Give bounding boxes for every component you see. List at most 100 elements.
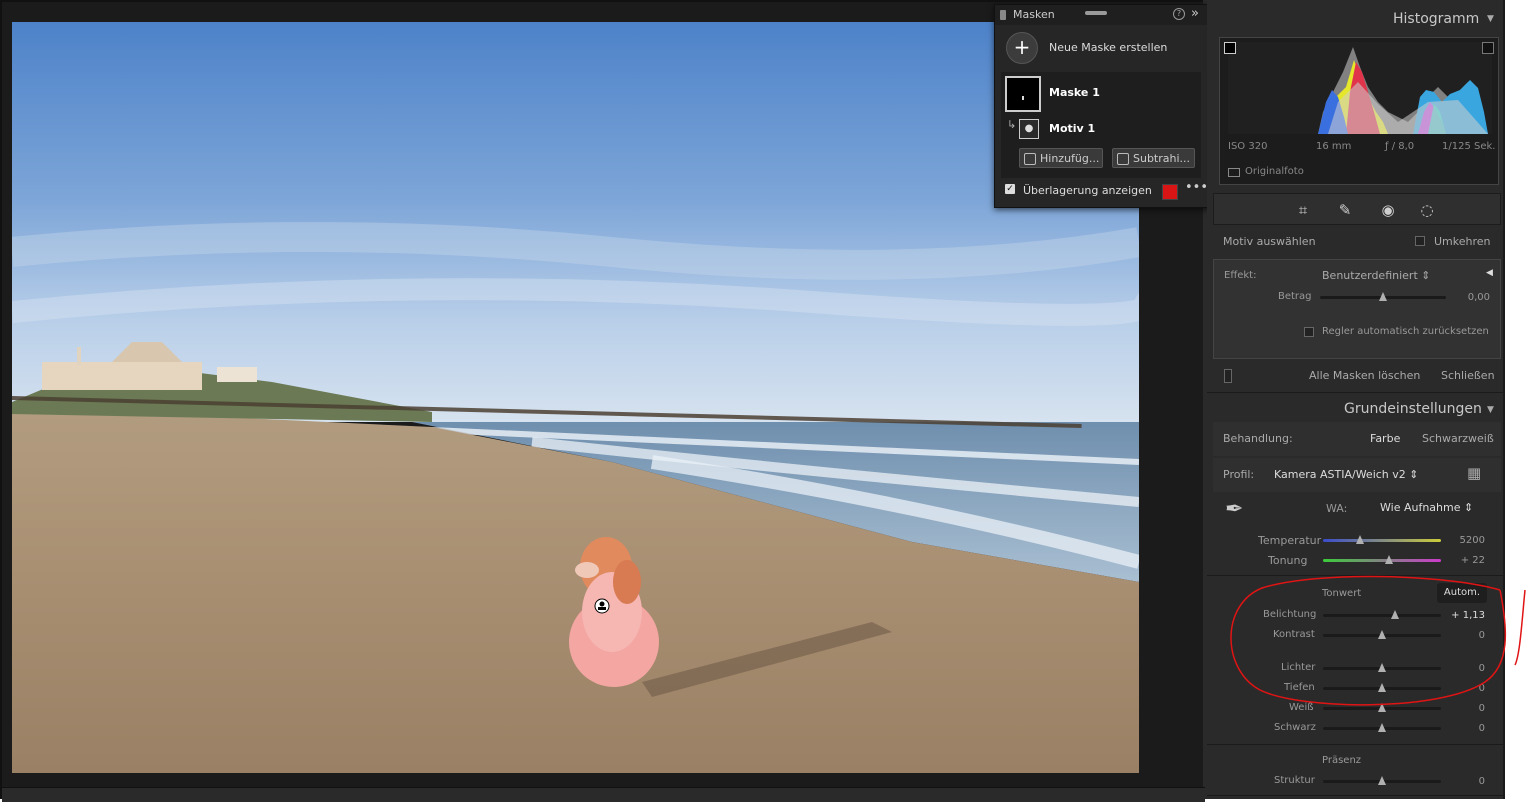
shadows-slider-knob[interactable] [1378, 683, 1386, 692]
whites-value[interactable]: 0 [1445, 703, 1485, 714]
temp-slider-knob[interactable] [1355, 535, 1364, 544]
delete-all-masks-button[interactable]: Alle Masken löschen [1309, 369, 1420, 382]
blacks-label: Schwarz [1274, 722, 1316, 733]
texture-label: Struktur [1274, 775, 1315, 786]
tone-label: Tonwert [1322, 588, 1362, 599]
exif-focal: 16 mm [1316, 141, 1352, 152]
histogram-title[interactable]: Histogramm [1393, 11, 1479, 27]
drag-handle[interactable] [1085, 11, 1107, 15]
tool-strip: ⌗ ✎ ◉ ◌ [1213, 193, 1501, 225]
close-mask-button[interactable]: Schließen [1441, 369, 1495, 382]
contrast-value[interactable]: 0 [1445, 630, 1485, 641]
original-photo-icon [1228, 168, 1240, 177]
exposure-value[interactable]: + 1,13 [1445, 610, 1485, 621]
highlights-slider-knob[interactable] [1378, 663, 1386, 672]
help-icon[interactable]: ? [1173, 8, 1185, 20]
auto-tone-button[interactable]: Autom. [1437, 583, 1487, 603]
overlay-label[interactable]: Überlagerung anzeigen [1023, 184, 1152, 197]
highlights-value[interactable]: 0 [1445, 663, 1485, 674]
contrast-slider[interactable] [1323, 630, 1441, 639]
histogram-graph[interactable] [1228, 42, 1492, 134]
contrast-slider-knob[interactable] [1378, 630, 1386, 639]
shadow-clipping-icon[interactable] [1224, 42, 1236, 54]
tint-slider-knob[interactable] [1385, 555, 1394, 564]
component-label[interactable]: Motiv 1 [1049, 122, 1095, 135]
texture-value[interactable]: 0 [1445, 776, 1485, 787]
highlights-slider[interactable] [1323, 663, 1441, 672]
exif-iso: ISO 320 [1228, 141, 1268, 152]
basic-title[interactable]: Grundeinstellungen [1344, 401, 1482, 417]
new-mask-button[interactable]: + [1006, 32, 1038, 64]
divider [1207, 795, 1505, 796]
amount-label: Betrag [1278, 291, 1312, 302]
panel-grip-icon[interactable] [1000, 10, 1006, 20]
invert-label[interactable]: Umkehren [1434, 235, 1491, 248]
highlight-clipping-icon[interactable] [1482, 42, 1494, 54]
auto-reset-checkbox[interactable] [1304, 327, 1314, 337]
masks-panel: Masken ? » + Neue Maske erstellen Maske … [994, 4, 1209, 208]
overlay-color-swatch[interactable] [1162, 184, 1178, 200]
invert-checkbox[interactable] [1415, 236, 1425, 246]
healing-icon[interactable]: ✎ [1335, 200, 1355, 220]
treatment-color-button[interactable]: Farbe [1370, 432, 1400, 445]
profile-dropdown[interactable]: Kamera ASTIA/Weich v2 ⇕ [1274, 468, 1419, 481]
blacks-slider[interactable] [1323, 723, 1441, 732]
whites-slider-knob[interactable] [1378, 703, 1386, 712]
divider [1207, 744, 1505, 745]
crop-icon[interactable]: ⌗ [1293, 200, 1313, 220]
masks-panel-header[interactable]: Masken ? » [995, 5, 1208, 25]
exposure-slider-knob[interactable] [1390, 610, 1399, 619]
presence-label: Präsenz [1322, 755, 1362, 766]
basic-collapse-icon[interactable]: ▼ [1487, 405, 1494, 415]
mask-1-thumbnail[interactable] [1005, 76, 1041, 112]
add-to-mask-button[interactable]: Hinzufüg... [1019, 148, 1103, 168]
temp-slider[interactable] [1323, 535, 1441, 544]
profile-row: Profil: Kamera ASTIA/Weich v2 ⇕ ▦ [1213, 458, 1501, 492]
more-options-icon[interactable]: ••• [1185, 180, 1208, 195]
blacks-value[interactable]: 0 [1445, 723, 1485, 734]
exposure-label: Belichtung [1263, 609, 1317, 620]
whites-slider[interactable] [1323, 703, 1441, 712]
photo-canvas[interactable] [12, 22, 1139, 773]
mask-1-label[interactable]: Maske 1 [1049, 86, 1100, 99]
add-mask-icon [1024, 153, 1036, 165]
shadows-label: Tiefen [1284, 682, 1315, 693]
masking-icon[interactable]: ◌ [1417, 200, 1437, 220]
new-mask-label[interactable]: Neue Maske erstellen [1049, 41, 1167, 54]
effect-preset-dropdown[interactable]: Benutzerdefiniert ⇕ [1322, 269, 1430, 282]
exposure-slider[interactable] [1323, 610, 1441, 619]
tint-value[interactable]: + 22 [1445, 555, 1485, 566]
right-panel: Histogramm ▼ ISO 320 16 mm ƒ / 8,0 1/125… [1207, 0, 1505, 799]
amount-slider-knob[interactable] [1379, 292, 1387, 301]
highlights-label: Lichter [1281, 662, 1316, 673]
overlay-checkbox[interactable]: ✓ [1005, 184, 1015, 194]
temp-label: Temperatur [1258, 534, 1322, 547]
profile-label: Profil: [1223, 468, 1255, 481]
mask-toggle-switch[interactable] [1224, 369, 1232, 383]
lightroom-window: Masken ? » + Neue Maske erstellen Maske … [0, 0, 1505, 802]
eyedropper-icon[interactable]: ✒ [1225, 497, 1243, 522]
amount-slider[interactable] [1320, 292, 1446, 301]
treatment-bw-button[interactable]: Schwarzweiß [1422, 432, 1494, 445]
temp-value[interactable]: 5200 [1445, 535, 1485, 546]
wb-dropdown[interactable]: Wie Aufnahme ⇕ [1380, 501, 1473, 514]
mask-effect-box: Effekt: Benutzerdefiniert ⇕ ◀ Betrag 0,0… [1213, 259, 1501, 359]
select-subject-button[interactable]: Motiv auswählen [1223, 235, 1316, 248]
shadows-slider[interactable] [1323, 683, 1441, 692]
blacks-slider-knob[interactable] [1378, 723, 1386, 732]
subtract-from-mask-button[interactable]: Subtrahi... [1112, 148, 1195, 168]
auto-reset-label[interactable]: Regler automatisch zurücksetzen [1322, 326, 1489, 337]
mask-pin-icon[interactable] [594, 598, 610, 614]
redeye-icon[interactable]: ◉ [1378, 200, 1398, 220]
shadows-value[interactable]: 0 [1445, 683, 1485, 694]
amount-value[interactable]: 0,00 [1450, 292, 1490, 303]
tint-slider[interactable] [1323, 555, 1441, 564]
component-arrow-icon: ↳ [1007, 118, 1017, 131]
profile-browser-icon[interactable]: ▦ [1467, 464, 1481, 482]
texture-slider-knob[interactable] [1378, 776, 1386, 785]
effect-expand-icon[interactable]: ◀ [1486, 268, 1493, 278]
texture-slider[interactable] [1323, 776, 1441, 785]
collapse-panel-icon[interactable]: » [1191, 6, 1199, 21]
histogram-collapse-icon[interactable]: ▼ [1487, 14, 1494, 24]
subject-icon[interactable]: ● [1019, 119, 1039, 139]
